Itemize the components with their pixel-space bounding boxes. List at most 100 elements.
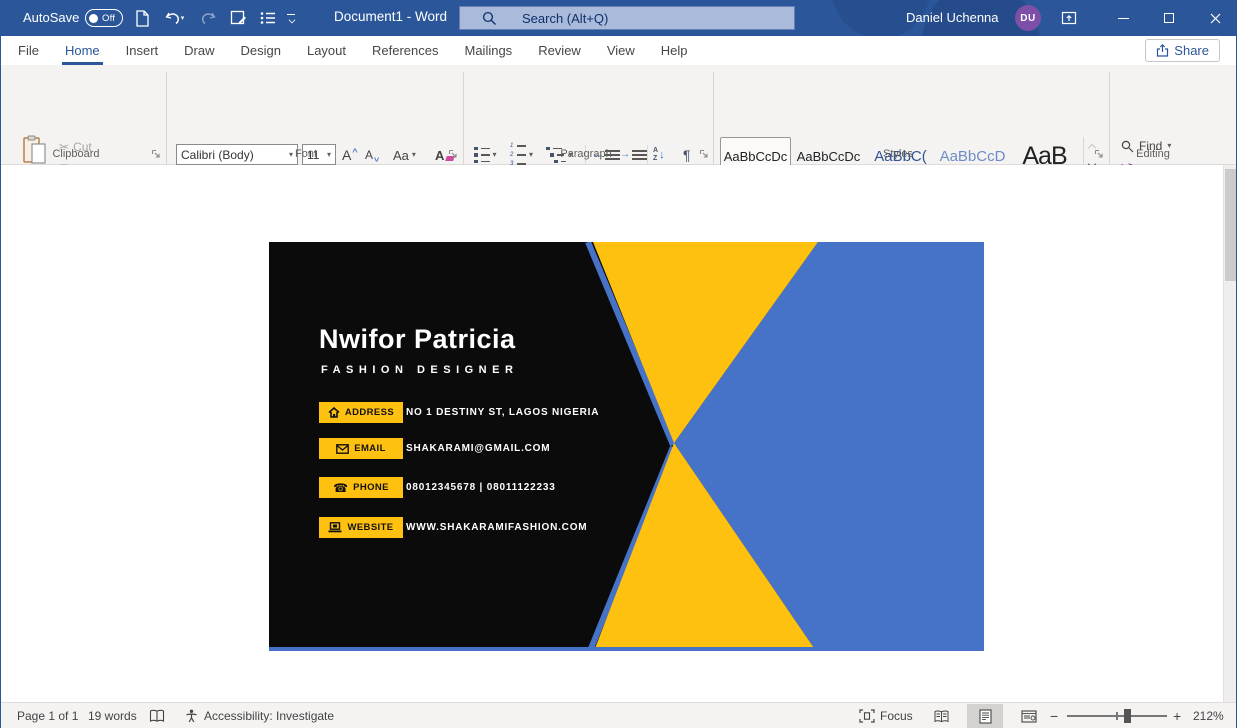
customize-quick-access-toolbar-icon[interactable] — [287, 14, 296, 23]
shrink-font-icon: A — [365, 148, 373, 162]
show-hide-paragraph-button[interactable]: ¶ — [683, 144, 691, 166]
tab-references[interactable]: References — [359, 36, 451, 65]
phone-value: 08012345678 | 08011122233 — [406, 477, 556, 498]
tab-home[interactable]: Home — [52, 36, 113, 65]
zoom-out-button[interactable]: − — [1050, 703, 1058, 728]
bullet-list-icon — [260, 11, 276, 25]
clear-formatting-icon: A — [435, 148, 444, 163]
word-window: AutoSave Off ▾ Document1 - Word Daniel U… — [0, 0, 1237, 728]
phone-label: PHONE — [353, 482, 389, 493]
ribbon: Paste ▾ ✂ Cut Copy Format Painter Clipbo… — [1, 65, 1236, 165]
proofing-button[interactable] — [149, 703, 165, 728]
tab-draw[interactable]: Draw — [171, 36, 227, 65]
numbering-button[interactable]: 123 ▾ — [510, 144, 533, 166]
styles-dialog-launcher[interactable] — [1094, 147, 1105, 158]
zoom-in-button[interactable]: + — [1173, 703, 1181, 728]
font-dialog-launcher[interactable] — [448, 147, 459, 158]
undo-dropdown-icon: ▾ — [181, 15, 185, 22]
focus-label: Focus — [880, 709, 913, 723]
vertical-scrollbar[interactable] — [1223, 165, 1236, 702]
card-person-name: Nwifor Patricia — [319, 324, 516, 355]
address-label: ADDRESS — [345, 407, 394, 418]
card-row-email: EMAIL SHAKARAMI@GMAIL.COM — [319, 438, 403, 459]
proofing-book-icon — [149, 709, 165, 723]
scrollbar-thumb[interactable] — [1225, 169, 1236, 281]
new-document-icon — [135, 10, 150, 27]
tab-design[interactable]: Design — [228, 36, 294, 65]
ribbon-tab-row: File Home Insert Draw Design Layout Refe… — [1, 36, 1236, 65]
read-mode-icon — [933, 710, 950, 723]
save-button[interactable] — [225, 5, 251, 31]
share-label: Share — [1174, 43, 1209, 58]
accessibility-button[interactable]: Accessibility: Investigate — [184, 703, 334, 728]
maximize-button[interactable] — [1146, 0, 1192, 36]
document-canvas[interactable]: Nwifor Patricia FASHION DESIGNER ADDRESS… — [1, 165, 1236, 702]
sort-icon: AZ↓ — [653, 147, 665, 162]
status-bar: Page 1 of 1 19 words Accessibility: Inve… — [1, 702, 1236, 728]
envelope-icon — [336, 444, 349, 454]
zoom-level[interactable]: 212% — [1193, 703, 1224, 728]
focus-button[interactable]: Focus — [859, 703, 913, 728]
tab-review[interactable]: Review — [525, 36, 594, 65]
tab-view[interactable]: View — [594, 36, 648, 65]
read-mode-button[interactable] — [923, 704, 959, 728]
font-group-label: Font — [266, 148, 346, 160]
tab-layout[interactable]: Layout — [294, 36, 359, 65]
tab-help[interactable]: Help — [648, 36, 701, 65]
close-icon — [1210, 13, 1221, 24]
address-value: NO 1 DESTINY ST, LAGOS NIGERIA — [406, 402, 599, 423]
editing-group-label: Editing — [1113, 148, 1193, 160]
sort-button[interactable]: AZ↓ — [653, 144, 665, 166]
change-case-icon: Aa — [393, 148, 409, 163]
tab-file[interactable]: File — [5, 36, 52, 65]
clipboard-dialog-launcher[interactable] — [151, 147, 162, 158]
website-value: WWW.SHAKARAMIFASHION.COM — [406, 517, 587, 538]
tab-mailings[interactable]: Mailings — [452, 36, 526, 65]
bullet-list-button[interactable] — [255, 5, 281, 31]
minimize-button[interactable] — [1100, 0, 1146, 36]
save-pen-icon — [230, 10, 247, 26]
bullets-icon — [474, 147, 490, 164]
business-card-image[interactable]: Nwifor Patricia FASHION DESIGNER ADDRESS… — [269, 242, 984, 651]
card-row-address: ADDRESS NO 1 DESTINY ST, LAGOS NIGERIA — [319, 402, 403, 423]
bullets-button[interactable]: ▾ — [474, 144, 497, 166]
style-no-spacing-sample: AaBbCcDc — [797, 149, 861, 164]
change-case-button[interactable]: Aa▾ — [393, 144, 416, 166]
laptop-icon — [328, 522, 342, 533]
web-layout-button[interactable] — [1011, 704, 1047, 728]
redo-button-disabled[interactable] — [195, 5, 221, 31]
print-layout-button[interactable] — [967, 704, 1003, 728]
ribbon-display-options-button[interactable] — [1049, 0, 1089, 36]
undo-button[interactable]: ▾ — [157, 5, 191, 31]
paragraph-dialog-launcher[interactable] — [699, 147, 710, 158]
search-box[interactable] — [459, 6, 795, 30]
search-input[interactable] — [460, 7, 794, 29]
styles-group-label: Styles — [858, 148, 938, 160]
pilcrow-icon: ¶ — [683, 147, 691, 163]
website-badge: WEBSITE — [319, 517, 403, 538]
maximize-icon — [1164, 13, 1174, 23]
tab-insert[interactable]: Insert — [113, 36, 172, 65]
zoom-slider-thumb[interactable] — [1124, 709, 1131, 723]
address-badge: ADDRESS — [319, 402, 403, 423]
page-indicator[interactable]: Page 1 of 1 — [17, 703, 78, 728]
word-count[interactable]: 19 words — [88, 703, 137, 728]
paragraph-group-label: Paragraph — [546, 148, 626, 160]
print-layout-icon — [979, 709, 992, 724]
card-row-phone: ☎ PHONE 08012345678 | 08011122233 — [319, 477, 403, 498]
undo-icon — [164, 11, 181, 26]
share-button[interactable]: Share — [1145, 39, 1220, 62]
card-person-role: FASHION DESIGNER — [321, 364, 518, 376]
avatar[interactable]: DU — [1015, 5, 1041, 31]
handset-icon: ☎ — [333, 482, 348, 494]
style-normal-sample: AaBbCcDc — [724, 149, 788, 164]
close-button[interactable] — [1192, 0, 1237, 36]
shrink-font-button[interactable]: A^ — [365, 144, 379, 166]
zoom-slider-center-tick — [1116, 712, 1118, 720]
new-document-button[interactable] — [129, 5, 155, 31]
email-label: EMAIL — [354, 443, 386, 454]
focus-icon — [859, 709, 875, 723]
accessibility-label: Accessibility: Investigate — [204, 709, 334, 723]
autosave-toggle[interactable]: Off — [85, 9, 123, 27]
user-name[interactable]: Daniel Uchenna — [906, 10, 999, 25]
